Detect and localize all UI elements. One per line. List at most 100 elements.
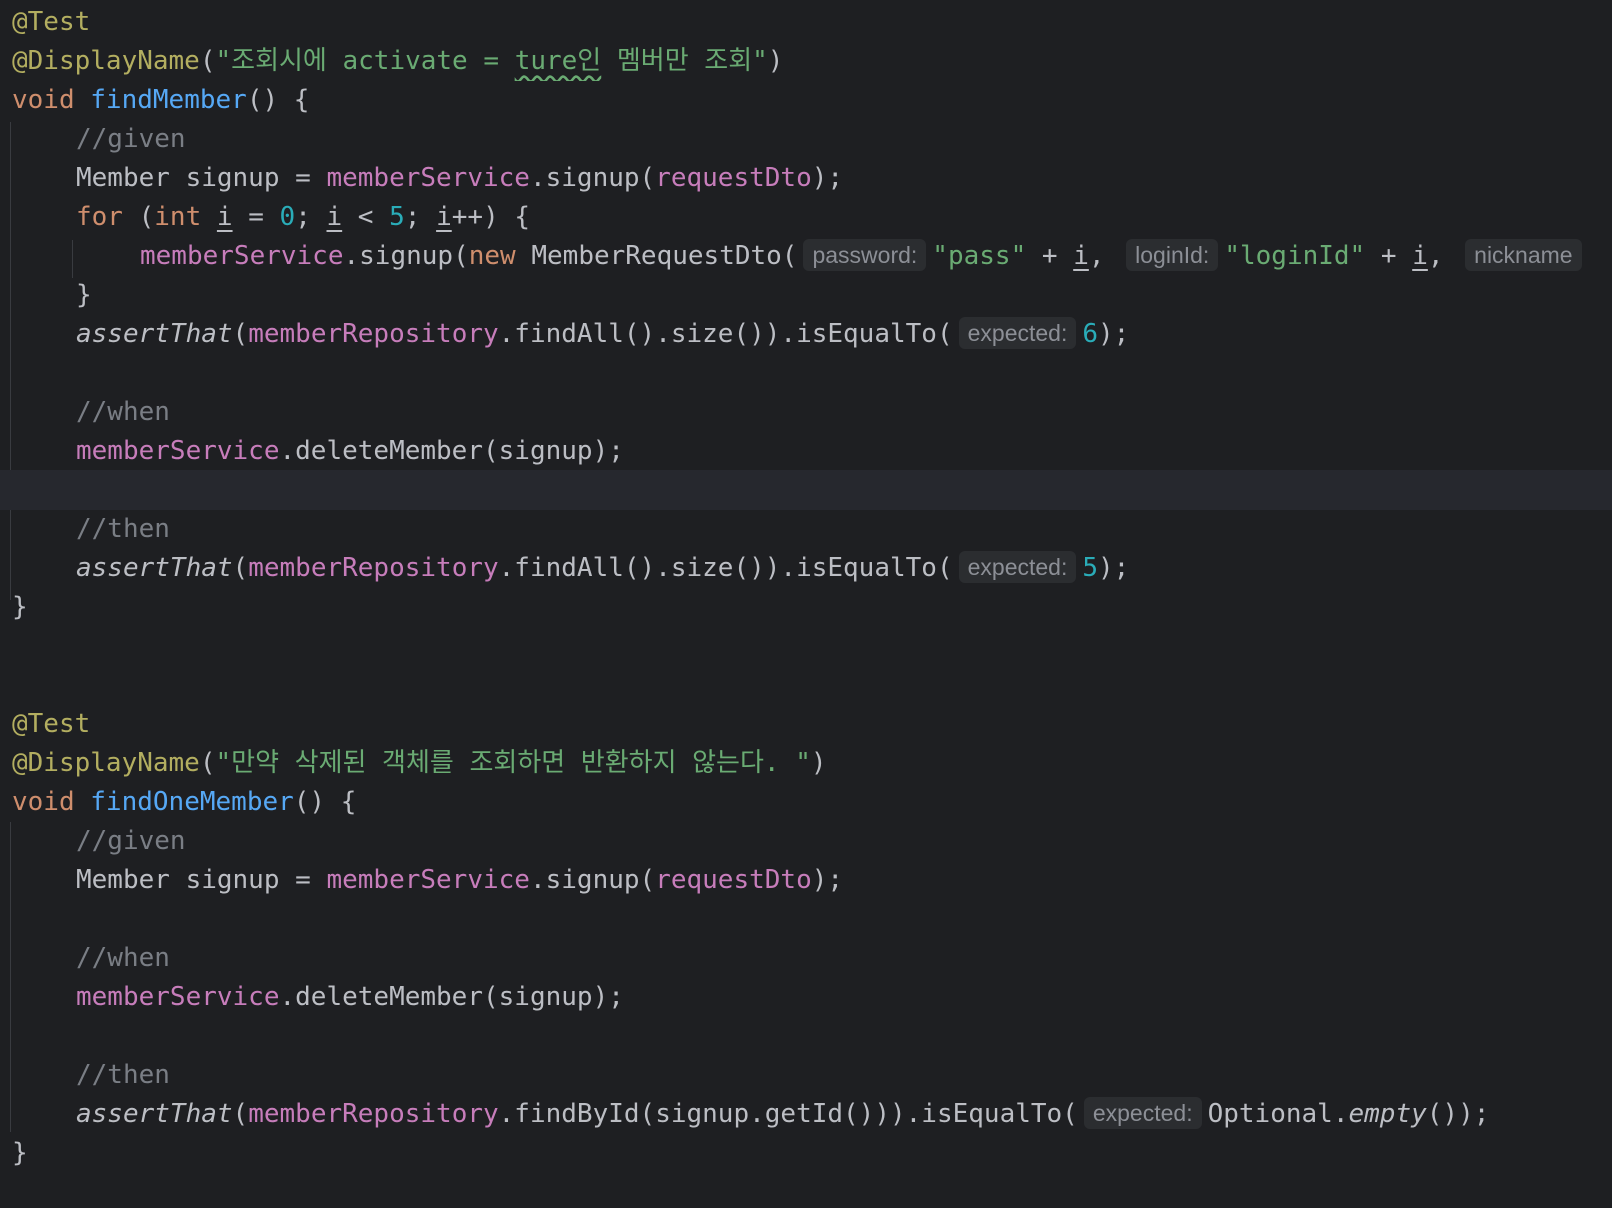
code-line[interactable]: //then: [0, 509, 1612, 549]
code-line[interactable]: //given: [0, 821, 1612, 861]
empty-method[interactable]: empty: [1348, 1099, 1426, 1129]
code-line[interactable]: Member signup = memberService.signup(req…: [0, 860, 1612, 900]
call: .findById(signup.getId())).isEqualTo(: [498, 1099, 1078, 1129]
paren: ): [767, 46, 784, 76]
field-member-service[interactable]: memberService: [76, 436, 280, 466]
number: 0: [279, 202, 296, 232]
code-line[interactable]: @Test: [0, 704, 1612, 744]
keyword-void: void: [12, 85, 75, 115]
code-author-hint[interactable]: juhee: [0, 665, 1612, 705]
paren: (: [199, 46, 216, 76]
punctuation: (: [122, 202, 155, 232]
call: .signup(: [343, 241, 469, 271]
typo-warning[interactable]: ture인: [515, 46, 602, 76]
code-line[interactable]: memberService.signup(new MemberRequestDt…: [0, 236, 1612, 276]
field-member-service[interactable]: memberService: [76, 982, 280, 1012]
code-line[interactable]: memberService.deleteMember(signup);: [0, 431, 1612, 471]
method-signature-tail: () {: [293, 787, 357, 817]
punctuation: );: [1098, 319, 1130, 349]
field-member-repository[interactable]: memberRepository: [248, 553, 498, 583]
punctuation: ,: [1427, 241, 1460, 271]
operator: +: [1026, 241, 1074, 271]
comment: //when: [76, 397, 170, 427]
punctuation: ;: [295, 202, 327, 232]
call: .findAll().size()).isEqualTo(: [498, 553, 953, 583]
annotation-test: @Test: [12, 709, 91, 739]
operator: <: [342, 202, 390, 232]
paren: (: [232, 1099, 249, 1129]
string-literal: 멤버만 조회": [601, 46, 768, 76]
param-hint-password: password:: [803, 239, 927, 271]
code-line[interactable]: memberService.deleteMember(signup);: [0, 977, 1612, 1017]
field-member-repository[interactable]: memberRepository: [248, 319, 498, 349]
code-line[interactable]: assertThat(memberRepository.findAll().si…: [0, 548, 1612, 588]
code-line[interactable]: }: [0, 275, 1612, 315]
punctuation: );: [811, 865, 844, 895]
paren: (: [232, 319, 249, 349]
field-request-dto[interactable]: requestDto: [655, 163, 812, 193]
string-literal: "loginId": [1224, 241, 1366, 271]
code-line[interactable]: }: [0, 1133, 1612, 1173]
code-line[interactable]: //when: [0, 938, 1612, 978]
variable-i[interactable]: i: [1412, 241, 1428, 271]
annotation-displayname: @DisplayName: [12, 748, 200, 778]
code-line[interactable]: @DisplayName("조회시에 activate = ture인 멤버만 …: [0, 41, 1612, 81]
code-line[interactable]: assertThat(memberRepository.findAll().si…: [0, 314, 1612, 354]
code-line[interactable]: void findMember() {: [0, 80, 1612, 120]
field-member-service[interactable]: memberService: [326, 865, 530, 895]
code-line[interactable]: //given: [0, 119, 1612, 159]
code-line[interactable]: void findOneMember() {: [0, 782, 1612, 822]
code-line[interactable]: for (int i = 0; i < 5; i++) {: [0, 197, 1612, 237]
annotation-test: @Test: [12, 7, 91, 37]
variable-i[interactable]: i: [1073, 241, 1089, 271]
code-line[interactable]: assertThat(memberRepository.findById(sig…: [0, 1094, 1612, 1134]
call: .signup(: [529, 865, 656, 895]
method-name[interactable]: findOneMember: [90, 787, 294, 817]
param-hint-nickname: nickname: [1465, 239, 1582, 271]
call: .signup(: [529, 163, 656, 193]
param-hint-loginid: loginId:: [1126, 239, 1219, 271]
variable-i[interactable]: i: [436, 202, 452, 232]
call: .deleteMember(signup);: [279, 436, 624, 466]
code-line[interactable]: }: [0, 587, 1612, 627]
param-hint-expected: expected:: [958, 551, 1077, 583]
punctuation: ());: [1426, 1099, 1490, 1129]
field-member-service[interactable]: memberService: [326, 163, 530, 193]
variable-i[interactable]: i: [217, 202, 233, 232]
comment: //then: [76, 1060, 170, 1090]
code-line[interactable]: @DisplayName("만약 삭제된 객체를 조회하면 반환하지 않는다. …: [0, 743, 1612, 783]
param-hint-expected: expected:: [1083, 1097, 1202, 1129]
field-request-dto[interactable]: requestDto: [655, 865, 812, 895]
field-member-service[interactable]: memberService: [140, 241, 344, 271]
assert-that[interactable]: assertThat: [76, 1099, 233, 1129]
current-line-highlight[interactable]: [0, 470, 1612, 510]
comment: //given: [76, 826, 186, 856]
number: 5: [389, 202, 405, 232]
statement: Member signup =: [76, 865, 327, 895]
keyword-new: new: [468, 241, 516, 271]
variable-i[interactable]: i: [327, 202, 343, 232]
string-literal: "pass": [932, 241, 1027, 271]
method-name[interactable]: findMember: [90, 85, 247, 115]
code-line[interactable]: //when: [0, 392, 1612, 432]
string-literal: "만약 삭제된 객체를 조회하면 반환하지 않는다. ": [215, 748, 811, 778]
code-line[interactable]: //then: [0, 1055, 1612, 1095]
code-line[interactable]: @Test: [0, 2, 1612, 42]
code-line[interactable]: Member signup = memberService.signup(req…: [0, 158, 1612, 198]
comment: //when: [76, 943, 170, 973]
keyword-int: int: [154, 202, 202, 232]
assert-that[interactable]: assertThat: [76, 553, 233, 583]
close-brace: }: [12, 1138, 28, 1168]
close-brace: }: [12, 592, 28, 622]
operator: =: [232, 202, 280, 232]
param-hint-expected: expected:: [958, 317, 1077, 349]
operator: ++: [451, 202, 484, 232]
code-editor[interactable]: @Test @DisplayName("조회시에 activate = ture…: [0, 0, 1612, 1208]
method-signature-tail: () {: [246, 85, 310, 115]
field-member-repository[interactable]: memberRepository: [248, 1099, 498, 1129]
punctuation: );: [811, 163, 844, 193]
punctuation: ) {: [483, 202, 531, 232]
keyword-for: for: [76, 202, 123, 232]
assert-that[interactable]: assertThat: [76, 319, 233, 349]
paren: (: [199, 748, 216, 778]
